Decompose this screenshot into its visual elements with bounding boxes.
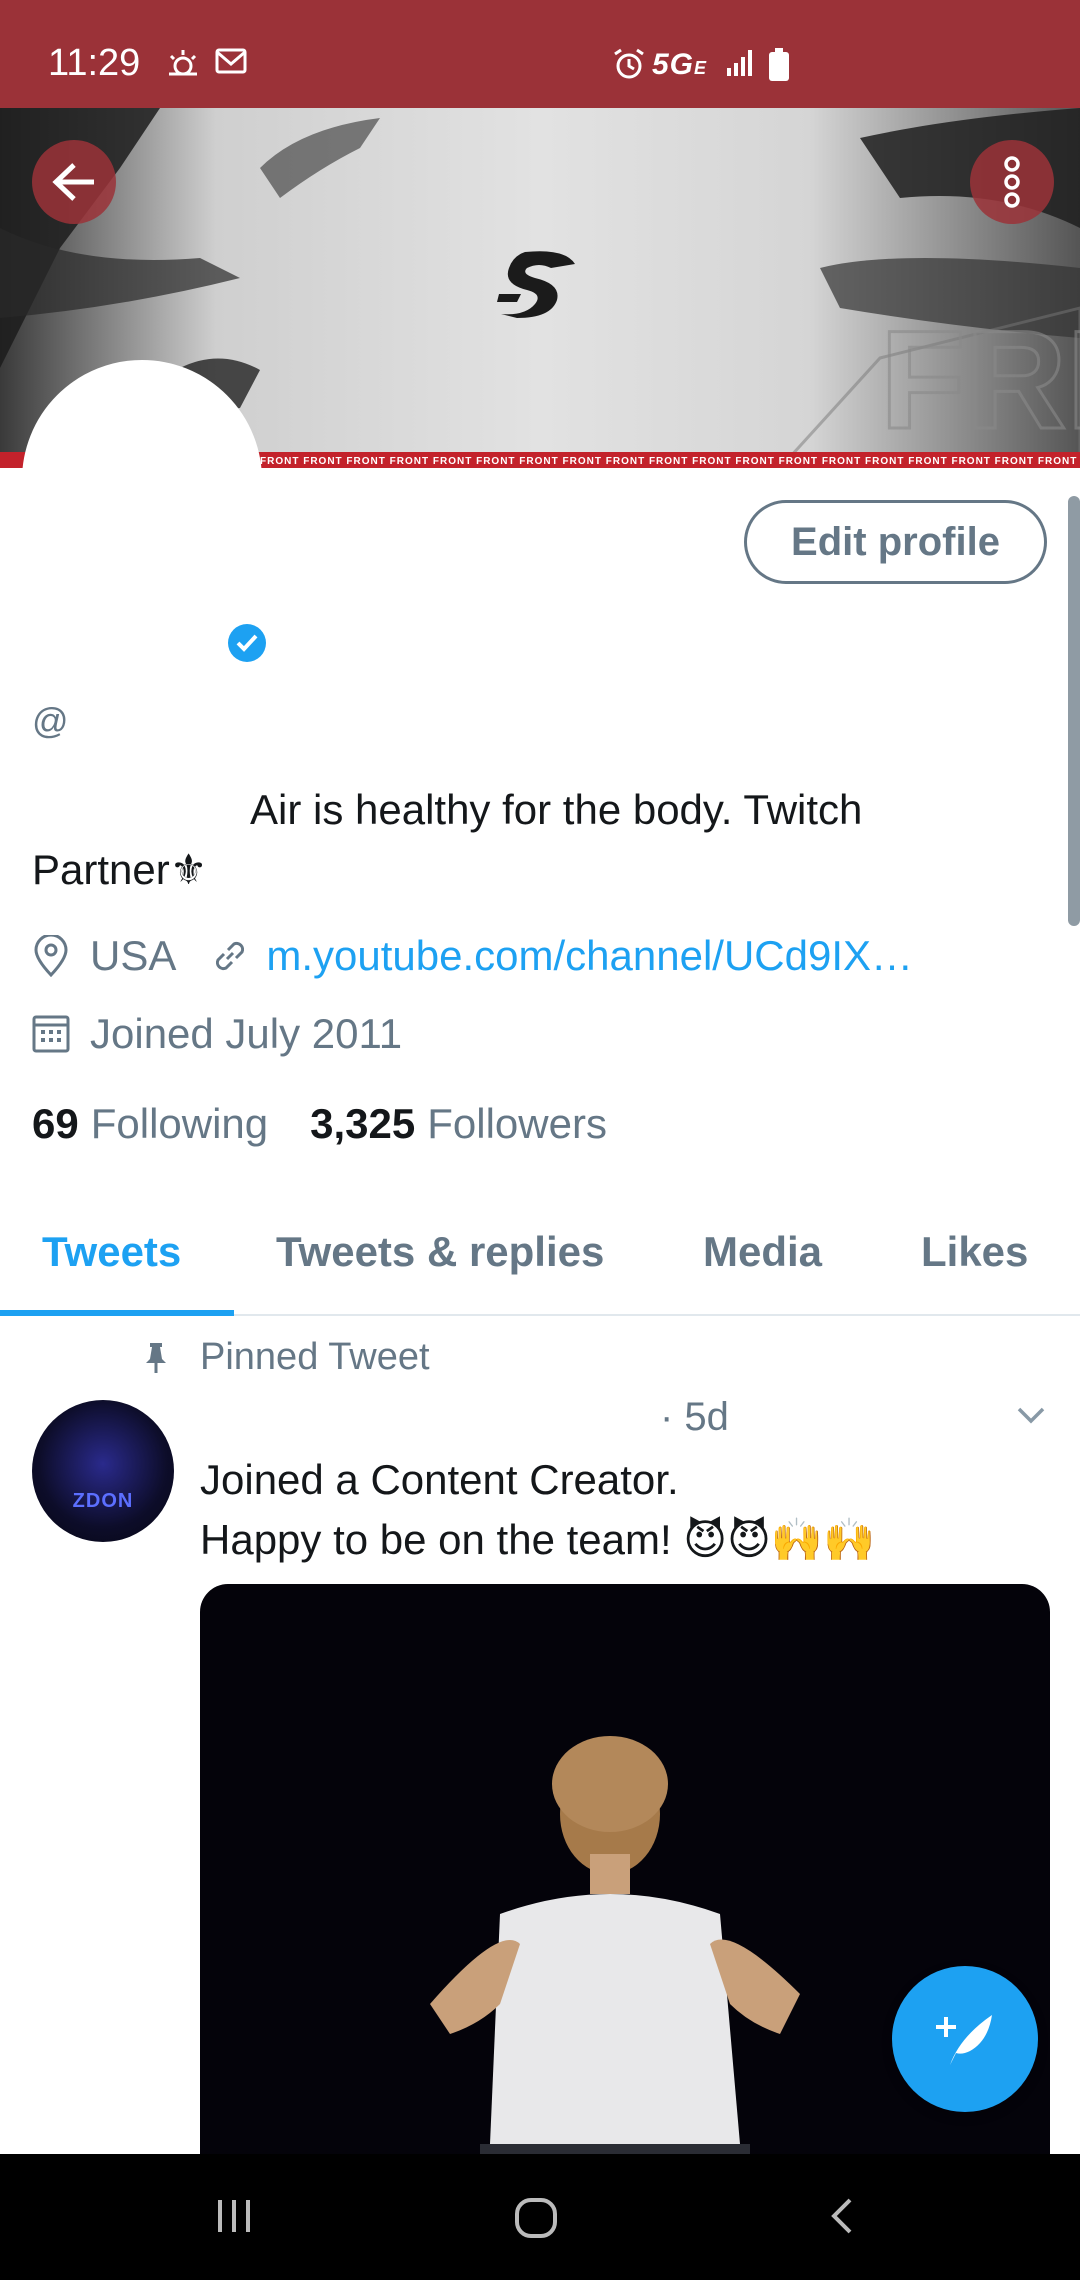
banner-strip-text: FRONT FRONT FRONT FRONT FRONT FRONT FRON… — [260, 456, 1080, 467]
follow-counts: 69 Following 3,325 Followers — [32, 1100, 649, 1148]
bio-line-2: Partner⚜ — [32, 846, 208, 893]
more-options-button[interactable] — [970, 140, 1054, 224]
tweet-timestamp: · 5d — [660, 1395, 729, 1439]
active-tab-indicator — [0, 1310, 234, 1316]
bio-line-1: Air is healthy for the body. Twitch — [250, 786, 863, 833]
status-time: 11:29 — [48, 42, 141, 84]
more-vertical-icon — [1004, 156, 1020, 208]
tab-tweets[interactable]: Tweets — [42, 1228, 181, 1276]
tweet-text-line-2: Happy to be on the team! 😈😈🙌🙌 — [200, 1516, 876, 1563]
alarm-icon — [612, 48, 646, 85]
location-pin-icon — [34, 935, 68, 977]
link-icon — [216, 941, 245, 971]
compose-feather-icon — [936, 2015, 992, 2065]
following-count[interactable]: 69 Following — [32, 1100, 268, 1148]
team-logo-icon — [495, 248, 579, 325]
avatar-logo-text: ZDON — [72, 1489, 134, 1512]
arrow-left-icon — [52, 163, 94, 201]
tweet-author-avatar[interactable]: ZDON — [32, 1400, 174, 1542]
profile-bio: Air is healthy for the body. Twitch Part… — [32, 780, 992, 900]
tweet-text-line-1: Joined a Content Creator. — [200, 1456, 679, 1503]
tab-tweets-replies[interactable]: Tweets & replies — [276, 1228, 604, 1276]
tweet-options-chevron-down-icon[interactable] — [1016, 1405, 1046, 1430]
profile-link[interactable]: m.youtube.com/channel/UCd9IX… — [266, 932, 913, 980]
network-indicator: 5GE — [652, 48, 708, 81]
battery-icon — [768, 48, 790, 87]
followers-count[interactable]: 3,325 Followers — [310, 1100, 607, 1148]
recent-apps-icon[interactable] — [212, 2194, 256, 2243]
weather-icon — [165, 48, 201, 83]
tab-media[interactable]: Media — [703, 1228, 822, 1276]
svg-text:FRI: FRI — [880, 301, 1080, 458]
back-button[interactable] — [32, 140, 116, 224]
home-icon[interactable] — [512, 2194, 560, 2247]
tweet-text: Joined a Content Creator. Happy to be on… — [200, 1450, 1040, 1570]
profile-handle: @ — [32, 700, 69, 741]
profile-tabs: Tweets Tweets & replies Media Likes — [0, 1190, 1080, 1316]
scrollbar[interactable] — [1068, 496, 1080, 926]
avatar-image — [28, 366, 256, 594]
pin-icon — [146, 1342, 166, 1373]
mail-icon — [215, 48, 247, 79]
signal-icon — [725, 48, 757, 83]
compose-tweet-button[interactable] — [892, 1966, 1038, 2112]
joined-row: Joined July 2011 — [32, 1010, 402, 1058]
joined-text: Joined July 2011 — [90, 1010, 403, 1057]
status-bar: 11:29 5GE — [0, 0, 1080, 108]
android-navigation-bar — [0, 2154, 1080, 2280]
edit-profile-button[interactable]: Edit profile — [744, 500, 1047, 584]
pinned-tweet-label: Pinned Tweet — [142, 1336, 430, 1379]
calendar-icon — [32, 1015, 70, 1053]
location-link-row: USA m.youtube.com/channel/UCd9IX… — [32, 932, 913, 980]
back-nav-icon[interactable] — [822, 2194, 862, 2243]
verified-badge-icon — [226, 622, 268, 669]
location-text: USA — [90, 932, 177, 979]
tab-likes[interactable]: Likes — [921, 1228, 1028, 1276]
profile-avatar[interactable] — [22, 360, 262, 600]
